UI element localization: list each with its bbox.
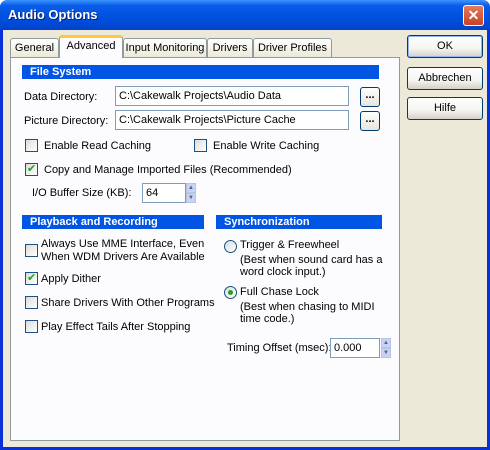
dialog-window: Audio Options ✕ General Advanced Input M…: [0, 0, 490, 450]
picture-directory-browse-button[interactable]: ...: [360, 111, 380, 131]
close-icon[interactable]: ✕: [463, 5, 484, 26]
playback-recording-header: Playback and Recording: [22, 215, 204, 229]
spin-down-icon[interactable]: ▼: [381, 348, 391, 358]
timing-offset-spinner[interactable]: ▲ ▼: [381, 338, 391, 358]
data-directory-browse-button[interactable]: ...: [360, 87, 380, 107]
full-chase-lock-label[interactable]: Full Chase Lock: [240, 286, 319, 299]
full-chase-lock-desc-line2: time code.): [240, 313, 295, 325]
io-buffer-spinner[interactable]: ▲ ▼: [186, 183, 196, 203]
mme-interface-label-line1[interactable]: Always Use MME Interface, Even: [41, 238, 204, 251]
tab-advanced[interactable]: Advanced: [59, 35, 123, 58]
spin-up-icon[interactable]: ▲: [381, 338, 391, 348]
full-chase-lock-radio[interactable]: [224, 286, 237, 299]
help-button[interactable]: Hilfe: [407, 97, 483, 120]
data-directory-label: Data Directory:: [24, 91, 98, 103]
io-buffer-field[interactable]: 64: [142, 183, 186, 203]
copy-manage-checkbox[interactable]: [25, 162, 38, 176]
synchronization-header: Synchronization: [216, 215, 382, 229]
cancel-button[interactable]: Abbrechen: [407, 67, 483, 90]
tab-input-monitoring[interactable]: Input Monitoring: [123, 38, 207, 57]
trigger-freewheel-desc-line2: word clock input.): [240, 266, 326, 278]
tab-general[interactable]: General: [10, 38, 59, 57]
effect-tails-label[interactable]: Play Effect Tails After Stopping: [41, 321, 190, 334]
ok-button[interactable]: OK: [407, 35, 483, 58]
tab-driver-profiles[interactable]: Driver Profiles: [253, 38, 332, 57]
apply-dither-label[interactable]: Apply Dither: [41, 273, 101, 286]
picture-directory-label: Picture Directory:: [24, 115, 109, 127]
apply-dither-checkbox[interactable]: [25, 271, 38, 285]
timing-offset-label: Timing Offset (msec):: [227, 342, 332, 354]
advanced-tab-panel: File System Data Directory: C:\Cakewalk …: [10, 57, 400, 441]
mme-interface-checkbox[interactable]: [25, 244, 38, 257]
share-drivers-label[interactable]: Share Drivers With Other Programs: [41, 297, 215, 310]
enable-read-caching-label[interactable]: Enable Read Caching: [44, 140, 151, 153]
copy-manage-label[interactable]: Copy and Manage Imported Files (Recommen…: [44, 164, 292, 177]
picture-directory-field[interactable]: C:\Cakewalk Projects\Picture Cache: [115, 110, 349, 130]
spin-down-icon[interactable]: ▼: [186, 193, 196, 203]
effect-tails-checkbox[interactable]: [25, 320, 38, 333]
spin-up-icon[interactable]: ▲: [186, 183, 196, 193]
data-directory-field[interactable]: C:\Cakewalk Projects\Audio Data: [115, 86, 349, 106]
trigger-freewheel-radio[interactable]: [224, 240, 237, 253]
dialog-client-area: General Advanced Input Monitoring Driver…: [3, 30, 487, 447]
title-bar[interactable]: Audio Options ✕: [0, 0, 490, 30]
trigger-freewheel-label[interactable]: Trigger & Freewheel: [240, 239, 339, 252]
share-drivers-checkbox[interactable]: [25, 296, 38, 309]
window-title: Audio Options: [8, 7, 98, 22]
enable-read-caching-checkbox[interactable]: [25, 139, 38, 152]
file-system-header: File System: [22, 65, 379, 79]
enable-write-caching-checkbox[interactable]: [194, 139, 207, 152]
io-buffer-label: I/O Buffer Size (KB):: [32, 187, 132, 199]
mme-interface-label-line2[interactable]: When WDM Drivers Are Available: [41, 251, 205, 264]
enable-write-caching-label[interactable]: Enable Write Caching: [213, 140, 319, 153]
tab-drivers[interactable]: Drivers: [207, 38, 253, 57]
timing-offset-field[interactable]: 0.000: [330, 338, 380, 358]
